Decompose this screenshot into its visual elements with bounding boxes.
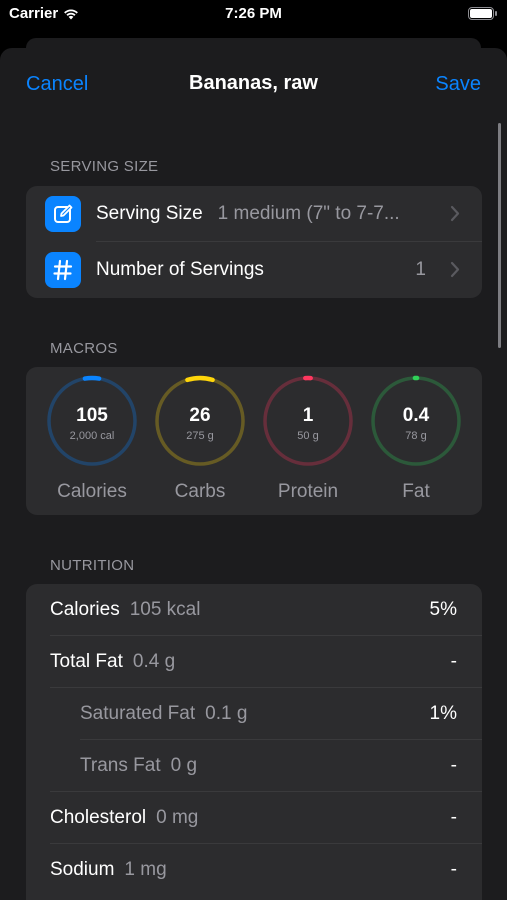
nutrient-amount: 105 kcal	[129, 599, 201, 620]
macro-goal: 275 g	[186, 430, 214, 442]
navigation-bar: Cancel Bananas, raw Save	[0, 48, 507, 120]
nutrient-label: Cholesterol	[50, 807, 147, 828]
food-detail-sheet: Cancel Bananas, raw Save SERVING SIZE Se…	[0, 48, 507, 900]
hashtag-icon	[45, 252, 81, 288]
nutrient-percent: -	[450, 755, 457, 776]
chevron-right-icon	[450, 261, 460, 278]
nutrition-row-trans-fat: Trans Fat 0 g -	[26, 740, 482, 792]
nutrition-header: NUTRITION	[50, 557, 135, 574]
nutrient-percent: 1%	[429, 703, 457, 724]
macro-carbs: 26 275 g Carbs	[154, 375, 246, 507]
nutrient-percent: -	[450, 807, 457, 828]
macro-value: 26	[189, 405, 211, 426]
chevron-right-icon	[450, 205, 460, 222]
nutrient-label: Saturated Fat	[80, 703, 196, 724]
macro-name: Fat	[402, 481, 430, 502]
macros-card: 105 2,000 cal Calories 26 275 g Carbs 1 …	[26, 367, 482, 515]
nutrient-percent: -	[450, 651, 457, 672]
macro-goal: 50 g	[297, 430, 319, 442]
macro-calories: 105 2,000 cal Calories	[46, 375, 138, 507]
nutrient-amount: 0.4 g	[132, 651, 176, 672]
macro-value: 1	[302, 405, 314, 426]
status-time: 7:26 PM	[225, 5, 282, 22]
nutrition-row-calories: Calories 105 kcal 5%	[26, 584, 482, 636]
macro-goal: 78 g	[405, 430, 427, 442]
nutrient-amount: 0 g	[170, 755, 198, 776]
scroll-indicator[interactable]	[498, 123, 501, 348]
battery-icon	[468, 7, 497, 20]
nutrient-amount: 1 mg	[124, 859, 167, 880]
nutrient-amount: 0.1 g	[205, 703, 248, 724]
serving-size-header: SERVING SIZE	[50, 158, 159, 175]
nutrition-row-cholesterol: Cholesterol 0 mg -	[26, 792, 482, 844]
macros-header: MACROS	[50, 340, 118, 357]
nutrient-label: Calories	[50, 599, 120, 620]
serving-card: Serving Size 1 medium (7" to 7-7... Numb…	[26, 186, 482, 298]
macro-value: 105	[76, 405, 108, 426]
save-button[interactable]: Save	[435, 73, 481, 96]
edit-square-icon	[45, 196, 81, 232]
status-bar: Carrier 7:26 PM	[0, 0, 507, 30]
macro-goal: 2,000 cal	[69, 430, 115, 442]
macro-protein: 1 50 g Protein	[262, 375, 354, 507]
serving-size-label: Serving Size	[96, 203, 203, 224]
nutrition-row-saturated-fat: Saturated Fat 0.1 g 1%	[26, 688, 482, 740]
nutrient-percent: 5%	[429, 599, 457, 620]
ring-progress	[82, 375, 102, 381]
nutrient-amount: 0 mg	[156, 807, 199, 828]
macro-fat: 0.4 78 g Fat	[370, 375, 462, 507]
serving-size-value: 1 medium (7" to 7-7...	[217, 203, 400, 224]
macro-name: Calories	[57, 481, 127, 502]
nutrient-label: Trans Fat	[80, 755, 161, 776]
page-title: Bananas, raw	[189, 72, 318, 94]
nutrition-card: Calories 105 kcal 5% Total Fat 0.4 g - S…	[26, 584, 482, 900]
macro-value: 0.4	[402, 405, 430, 426]
serving-size-row[interactable]: Serving Size 1 medium (7" to 7-7...	[26, 186, 482, 242]
macro-name: Carbs	[174, 481, 226, 502]
ring-progress	[185, 375, 215, 383]
nutrition-row-total-fat: Total Fat 0.4 g -	[26, 636, 482, 688]
nutrition-row-sodium: Sodium 1 mg -	[26, 844, 482, 896]
number-of-servings-label: Number of Servings	[96, 259, 264, 280]
number-of-servings-row[interactable]: Number of Servings 1	[26, 242, 482, 298]
nutrient-label: Sodium	[50, 859, 115, 880]
number-of-servings-value: 1	[415, 259, 426, 280]
nutrient-percent: -	[450, 859, 457, 880]
macro-name: Protein	[277, 481, 339, 502]
nutrient-label: Total Fat	[50, 651, 123, 672]
